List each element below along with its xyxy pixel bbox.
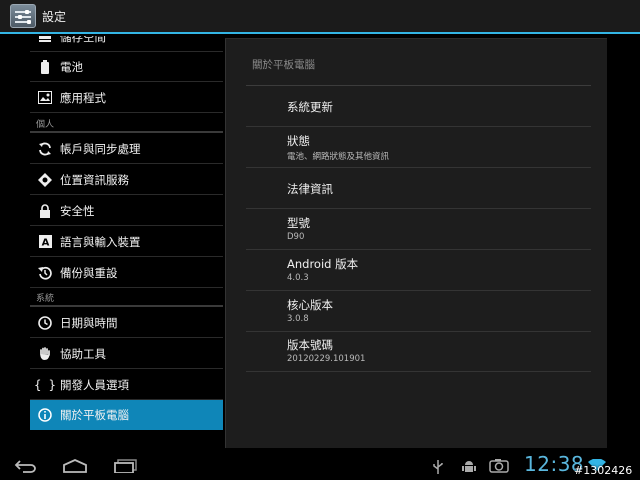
- system-bar: 12:38 #1302426: [0, 450, 640, 480]
- language-icon: A: [32, 235, 58, 248]
- sidebar-item-label: 語言與輸入裝置: [60, 234, 141, 249]
- pref-system-update[interactable]: 系統更新: [246, 86, 591, 127]
- sidebar-item-label: 關於平板電腦: [60, 408, 129, 422]
- apps-icon: [32, 91, 58, 104]
- sidebar-item-label: 日期與時間: [60, 315, 118, 330]
- sidebar-item-label: 備份與重設: [60, 265, 118, 280]
- pref-title: Android 版本: [287, 257, 359, 271]
- action-bar-title: 設定: [42, 9, 67, 24]
- battery-icon: [32, 59, 58, 74]
- pref-summary: 3.0.8: [287, 314, 309, 324]
- sidebar-item-about-tablet[interactable]: 關於平板電腦: [30, 400, 223, 430]
- pref-title: 系統更新: [287, 100, 333, 114]
- pref-title: 法律資訊: [287, 182, 333, 196]
- back-icon[interactable]: [14, 458, 38, 477]
- sidebar-item-label: 帳戶與同步處理: [60, 141, 141, 156]
- sidebar-item-label: 協助工具: [60, 346, 106, 361]
- pref-model: 型號 D90: [246, 209, 591, 250]
- braces-icon: { }: [34, 377, 56, 392]
- pref-summary: D90: [287, 232, 305, 242]
- sidebar-item-label: 電池: [60, 59, 83, 74]
- pref-title: 型號: [287, 216, 310, 230]
- location-icon: [32, 172, 58, 187]
- pref-title: 核心版本: [287, 298, 333, 312]
- header-personal: 個人: [30, 115, 223, 133]
- pref-android-version[interactable]: Android 版本 4.0.3: [246, 250, 591, 291]
- pref-build-number[interactable]: 版本號碼 20120229.101901: [246, 331, 591, 372]
- sidebar-item-storage[interactable]: 儲存空間: [30, 36, 223, 52]
- pref-summary: 20120229.101901: [287, 354, 366, 364]
- home-icon[interactable]: [62, 458, 88, 477]
- pref-legal-info[interactable]: 法律資訊: [246, 168, 591, 209]
- action-bar: 設定: [0, 0, 640, 34]
- pref-kernel-version: 核心版本 3.0.8: [246, 291, 591, 332]
- sync-icon: [32, 142, 58, 156]
- sidebar-item-label: 位置資訊服務: [60, 172, 129, 187]
- clock-icon: [32, 315, 58, 330]
- sidebar-item-label: 安全性: [60, 203, 95, 218]
- lock-icon: [32, 203, 58, 218]
- sidebar-item-security[interactable]: 安全性: [30, 196, 223, 226]
- watermark-text: #1302426: [574, 464, 633, 477]
- sidebar-item-apps[interactable]: 應用程式: [30, 83, 223, 113]
- about-tablet-panel: 關於平板電腦 系統更新 狀態 電池、網路狀態及其他資訊 法律資訊 型號 D90 …: [225, 38, 607, 448]
- camera-icon: [489, 458, 509, 477]
- sidebar-item-label: 儲存空間: [60, 36, 106, 44]
- sidebar-item-developer-options[interactable]: { } 開發人員選項: [30, 370, 223, 400]
- sidebar-item-backup-reset[interactable]: 備份與重設: [30, 258, 223, 288]
- hand-icon: [32, 346, 58, 361]
- sidebar-item-battery[interactable]: 電池: [30, 52, 223, 82]
- sidebar-item-accessibility[interactable]: 協助工具: [30, 339, 223, 369]
- pref-title: 版本號碼: [287, 338, 333, 352]
- storage-icon: [32, 36, 58, 43]
- settings-headers-list[interactable]: 儲存空間 電池 應用程式 個人 帳戶與同步處理 位置資訊服務 安全性 A 語言與…: [0, 36, 225, 450]
- pref-summary: 4.0.3: [287, 273, 309, 283]
- pref-summary: 電池、網路狀態及其他資訊: [287, 152, 390, 162]
- recent-apps-icon[interactable]: [114, 458, 138, 477]
- settings-app-icon[interactable]: [10, 4, 36, 28]
- header-system: 系統: [30, 289, 223, 307]
- svg-text:A: A: [41, 238, 49, 249]
- sidebar-item-label: 開發人員選項: [60, 377, 129, 392]
- panel-title: 關於平板電腦: [252, 59, 315, 71]
- android-debug-icon: [462, 459, 476, 478]
- pref-status[interactable]: 狀態 電池、網路狀態及其他資訊: [246, 127, 591, 168]
- sidebar-item-label: 應用程式: [60, 90, 106, 105]
- sidebar-item-location[interactable]: 位置資訊服務: [30, 165, 223, 195]
- info-icon: [32, 408, 58, 422]
- sidebar-item-date-time[interactable]: 日期與時間: [30, 308, 223, 338]
- sidebar-item-accounts-sync[interactable]: 帳戶與同步處理: [30, 134, 223, 164]
- backup-icon: [32, 266, 58, 280]
- sidebar-item-language-input[interactable]: A 語言與輸入裝置: [30, 227, 223, 257]
- usb-icon: [432, 459, 444, 478]
- pref-title: 狀態: [287, 134, 310, 148]
